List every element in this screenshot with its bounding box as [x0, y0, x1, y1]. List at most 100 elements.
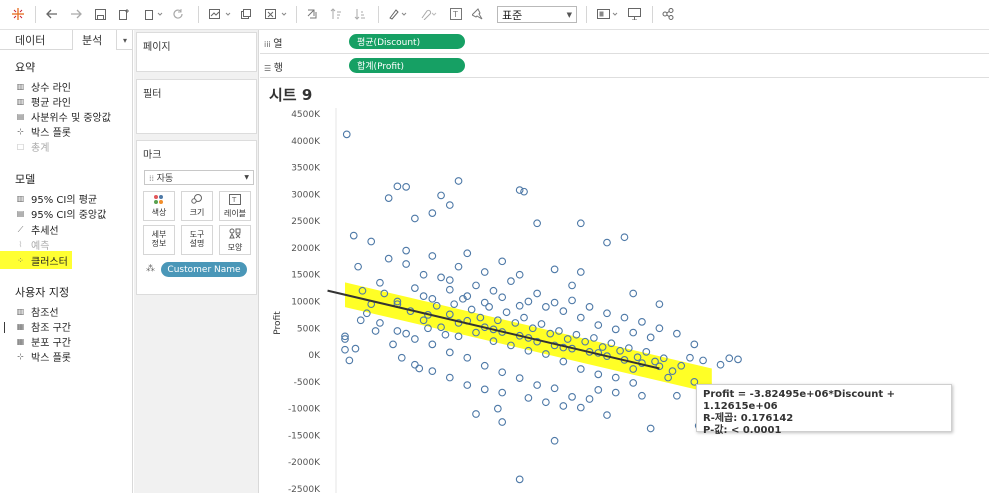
data-point: [533, 289, 541, 298]
new-worksheet-icon[interactable]: [206, 5, 236, 23]
presentation-mode-icon[interactable]: [626, 5, 642, 23]
columns-shelf[interactable]: iii 열 평균(Discount): [260, 30, 989, 54]
data-point: [542, 398, 550, 407]
tab-analysis[interactable]: 분석: [72, 30, 117, 50]
data-point: [445, 285, 454, 294]
analytics-item-quartiles-median[interactable]: ▤ 사분위수 및 중앙값: [15, 110, 111, 124]
show-labels-icon[interactable]: T: [448, 5, 464, 23]
mark-type-dropdown[interactable]: ⁞⁞ 자동 ▼: [144, 170, 254, 185]
size-icon: [191, 194, 203, 207]
filters-card-title: 필터: [143, 89, 162, 100]
data-point: [411, 360, 419, 369]
group-members-icon[interactable]: [416, 5, 442, 23]
data-point: [576, 219, 585, 228]
data-point: [437, 273, 445, 282]
analytics-item-label: 95% CI의 평균: [31, 195, 98, 206]
pages-card-title: 페이지: [143, 42, 171, 53]
pane-menu-icon[interactable]: ▾: [117, 30, 133, 50]
box-icon: ▤: [16, 209, 25, 218]
analytics-item-totals: □ 총계: [15, 140, 50, 154]
data-point: [629, 289, 638, 298]
analytics-item-median-ci[interactable]: ▤ 95% CI의 중앙값: [15, 207, 107, 221]
duplicate-icon[interactable]: [238, 5, 254, 23]
data-point: [480, 361, 489, 370]
data-point: [673, 391, 681, 400]
view-size-value: 표준: [502, 8, 523, 22]
analytics-item-custom-box-plot[interactable]: ⊹ 박스 플롯: [15, 350, 71, 364]
tooltip-p-value: P-값: < 0.0001: [703, 425, 782, 436]
label-button[interactable]: T 레이블: [219, 191, 251, 221]
toolbar-divider: [198, 6, 199, 23]
sort-descending-icon[interactable]: [352, 5, 368, 23]
analytics-item-reference-band[interactable]: ▦ 참조 구간: [15, 320, 71, 334]
rows-shelf-label: ☰ 행: [264, 63, 283, 74]
analytics-item-average-line[interactable]: ▥ 평균 라인: [15, 95, 71, 109]
data-point: [415, 364, 424, 373]
data-point: [419, 292, 428, 300]
analytics-item-cluster[interactable]: ⁘ 클러스터: [15, 254, 68, 268]
forecast-icon: ⌇: [18, 240, 23, 249]
discount-pill[interactable]: 평균(Discount): [349, 34, 465, 49]
fix-axes-icon[interactable]: [470, 5, 486, 23]
analytics-item-reference-line[interactable]: ▥ 참조선: [15, 305, 59, 319]
detail-button[interactable]: 세부 정보: [143, 225, 175, 255]
trend-icon: ⟋: [17, 224, 24, 234]
color-button[interactable]: 색상: [143, 191, 175, 221]
clear-sheet-icon[interactable]: [262, 5, 292, 23]
pages-card[interactable]: 페이지: [136, 32, 257, 72]
y-tick-label: -500K: [294, 378, 321, 388]
profit-pill[interactable]: 합계(Profit): [349, 58, 465, 73]
data-point: [472, 410, 480, 418]
data-point: [533, 381, 541, 389]
highlight-icon[interactable]: [386, 5, 412, 23]
tooltip-button[interactable]: 도구 설명: [181, 225, 213, 255]
data-point: [524, 297, 533, 306]
data-point: [428, 367, 437, 375]
analytics-item-label: 참조 구간: [31, 323, 71, 334]
tab-data[interactable]: 데이터: [0, 30, 72, 50]
analytics-item-mean-ci[interactable]: ▥ 95% CI의 평균: [15, 192, 98, 206]
detail-button-label: 세부 정보: [151, 230, 167, 248]
cards-pane: 페이지 필터 마크 ⁞⁞ 자동 ▼ 색상 크기 T 레이블 세부 정보 도구 설…: [134, 30, 259, 493]
analytics-item-label: 박스 플롯: [31, 353, 71, 364]
new-sheet-icon[interactable]: [142, 5, 166, 23]
save-icon[interactable]: [92, 5, 108, 23]
pane-tabs: 데이터 분석 ▾: [0, 30, 133, 50]
band-icon: ▦: [16, 322, 25, 331]
toolbar-divider: [35, 6, 36, 23]
analytics-item-trend-line[interactable]: ⟋ 추세선: [15, 223, 59, 238]
view-size-dropdown[interactable]: 표준 ▼: [497, 6, 577, 23]
swap-icon[interactable]: [304, 5, 320, 23]
tableau-logo-icon[interactable]: [10, 5, 26, 23]
analytics-item-box-plot[interactable]: ⊹ 박스 플롯: [15, 125, 71, 139]
analytics-item-distribution-band[interactable]: ▦ 분포 구간: [15, 335, 71, 349]
refresh-icon[interactable]: [170, 5, 186, 23]
add-datasource-icon[interactable]: [116, 5, 132, 23]
data-point: [603, 411, 611, 419]
share-icon[interactable]: [660, 5, 676, 23]
forward-icon[interactable]: [68, 5, 84, 23]
box-icon: ▤: [16, 112, 25, 121]
sort-ascending-icon[interactable]: [328, 5, 344, 23]
data-point: [550, 298, 559, 307]
size-button[interactable]: 크기: [181, 191, 213, 221]
data-point: [734, 355, 742, 364]
analytics-item-label: 분포 구간: [31, 338, 71, 349]
data-point: [354, 262, 362, 271]
chevron-down-icon: ▼: [244, 174, 249, 181]
y-tick-label: 4500K: [291, 110, 321, 120]
back-icon[interactable]: [44, 5, 60, 23]
data-point: [463, 353, 472, 362]
toolbar: T 표준 ▼: [0, 0, 989, 30]
toolbar-divider: [652, 6, 653, 23]
customer-name-pill[interactable]: Customer Name: [161, 262, 247, 277]
toolbar-divider: [586, 6, 587, 23]
data-point: [498, 388, 507, 397]
rows-shelf[interactable]: ☰ 행 합계(Profit): [260, 54, 989, 78]
analytics-item-constant-line[interactable]: ▥ 상수 라인: [15, 80, 71, 94]
analytics-item-label: 예측: [31, 241, 50, 252]
shape-button[interactable]: 모양: [219, 225, 251, 255]
filters-card[interactable]: 필터: [136, 79, 257, 134]
show-cards-icon[interactable]: [595, 5, 623, 23]
data-point: [345, 356, 354, 365]
